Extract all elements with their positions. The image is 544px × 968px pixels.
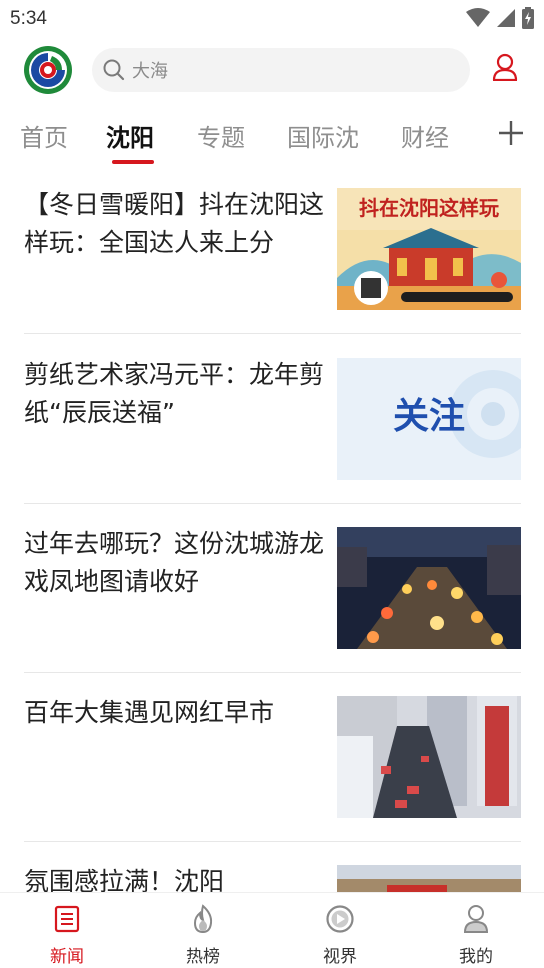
news-item[interactable]: 氛围感拉满！沈阳 bbox=[24, 847, 521, 892]
channel-tabs: 首页 沈阳 专题 国际沈 财经 bbox=[0, 108, 544, 164]
news-item[interactable]: 【冬日雪暖阳】抖在沈阳这样玩：全国达人来上分 抖在沈阳这样玩 bbox=[24, 170, 521, 339]
profile-button[interactable] bbox=[488, 52, 522, 86]
divider bbox=[24, 672, 521, 673]
thumbnail-caption: 抖在沈阳这样玩 bbox=[359, 196, 499, 220]
news-feed: 【冬日雪暖阳】抖在沈阳这样玩：全国达人来上分 抖在沈阳这样玩 剪纸艺术家冯元平：… bbox=[0, 170, 544, 892]
news-icon bbox=[52, 903, 82, 935]
flame-icon bbox=[188, 903, 218, 935]
news-thumbnail bbox=[337, 865, 521, 892]
news-thumbnail: 抖在沈阳这样玩 bbox=[337, 188, 521, 310]
tab-home[interactable]: 首页 bbox=[20, 118, 68, 153]
nav-label: 热榜 bbox=[186, 947, 220, 967]
header: 大海 bbox=[0, 40, 544, 104]
tab-finance[interactable]: 财经 bbox=[401, 118, 449, 153]
news-title: 剪纸艺术家冯元平：龙年剪纸“辰辰送福” bbox=[24, 360, 325, 427]
active-tab-indicator bbox=[112, 160, 154, 164]
tab-topics[interactable]: 专题 bbox=[197, 118, 245, 153]
divider bbox=[24, 841, 521, 842]
status-time: 5:34 bbox=[10, 8, 47, 29]
news-title: 【冬日雪暖阳】抖在沈阳这样玩：全国达人来上分 bbox=[24, 190, 325, 257]
search-bar[interactable]: 大海 bbox=[92, 48, 470, 92]
nav-label: 视界 bbox=[323, 947, 357, 967]
news-thumbnail bbox=[337, 527, 521, 649]
news-item[interactable]: 百年大集遇见网红早市 bbox=[24, 678, 521, 847]
user-icon bbox=[492, 53, 518, 85]
play-icon bbox=[325, 903, 355, 935]
news-title: 过年去哪玩？这份沈城游龙戏凤地图请收好 bbox=[24, 529, 325, 596]
status-bar: 5:34 bbox=[0, 0, 544, 36]
news-item[interactable]: 剪纸艺术家冯元平：龙年剪纸“辰辰送福” 关注 bbox=[24, 340, 521, 509]
bottom-navigation: 新闻 热榜 视界 我的 bbox=[0, 892, 544, 968]
nav-mine[interactable]: 我的 bbox=[431, 903, 521, 967]
add-channel-icon[interactable] bbox=[496, 118, 526, 148]
news-thumbnail: 关注 bbox=[337, 358, 521, 480]
tab-international[interactable]: 国际沈 bbox=[287, 118, 359, 153]
status-icons bbox=[466, 7, 534, 29]
wifi-icon bbox=[466, 8, 490, 28]
search-icon bbox=[102, 58, 126, 82]
search-input[interactable]: 大海 bbox=[132, 57, 168, 83]
nav-vision[interactable]: 视界 bbox=[295, 903, 385, 967]
divider bbox=[24, 333, 521, 334]
nav-label: 我的 bbox=[459, 947, 493, 967]
news-title: 百年大集遇见网红早市 bbox=[24, 698, 275, 727]
signal-icon bbox=[496, 8, 516, 28]
thumbnail-caption: 关注 bbox=[393, 396, 465, 437]
nav-label: 新闻 bbox=[50, 947, 84, 967]
nav-news[interactable]: 新闻 bbox=[22, 903, 112, 967]
news-title: 氛围感拉满！沈阳 bbox=[24, 867, 225, 892]
battery-icon bbox=[522, 7, 534, 29]
news-item[interactable]: 过年去哪玩？这份沈城游龙戏凤地图请收好 bbox=[24, 509, 521, 678]
nav-hot[interactable]: 热榜 bbox=[158, 903, 248, 967]
user-icon bbox=[461, 903, 491, 935]
tab-shenyang[interactable]: 沈阳 bbox=[106, 118, 154, 153]
divider bbox=[24, 503, 521, 504]
app-logo bbox=[22, 44, 74, 96]
news-thumbnail bbox=[337, 696, 521, 818]
